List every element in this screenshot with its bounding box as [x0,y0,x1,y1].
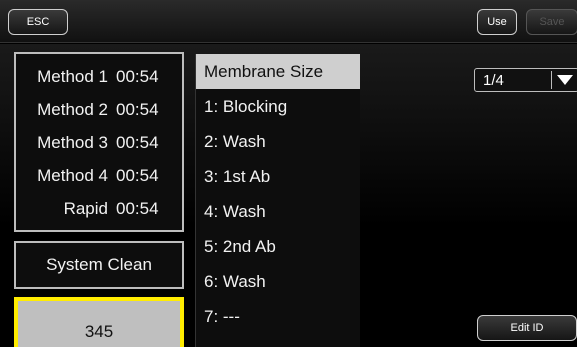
method-item[interactable]: Method 4 00:54 [16,160,182,192]
number-value: 345 [84,322,114,341]
method-time: 00:54 [116,132,159,152]
method-name: Method 1 [37,66,108,86]
method-item[interactable]: Method 3 00:54 [16,127,182,159]
chevron-down-icon[interactable] [552,75,577,85]
step-item[interactable]: 5: 2nd Ab [196,229,360,264]
step-item[interactable]: 2: Wash [196,124,360,159]
method-item[interactable]: Method 1 00:54 [16,61,182,93]
method-name: Method 4 [37,166,108,186]
step-list-header[interactable]: Membrane Size [196,54,360,89]
system-clean-button[interactable]: System Clean [14,241,184,289]
number-field[interactable]: 345 [14,297,184,347]
step-item[interactable]: 6: Wash [196,264,360,299]
method-name: Method 3 [37,132,108,152]
method-list: Method 1 00:54 Method 2 00:54 Method 3 0… [14,52,184,232]
method-name: Rapid [63,199,108,219]
step-item[interactable]: 4: Wash [196,194,360,229]
step-item[interactable]: 3: 1st Ab [196,159,360,194]
edit-id-button[interactable]: Edit ID [477,315,577,341]
save-button[interactable]: Save [526,9,577,35]
page-select-dropdown[interactable]: 1/4 [474,68,577,92]
step-item[interactable]: 7: --- [196,299,360,334]
method-name: Method 2 [37,99,108,119]
page-select-value: 1/4 [483,71,504,89]
method-item[interactable]: Rapid 00:54 [16,193,182,225]
method-item[interactable]: Method 2 00:54 [16,94,182,126]
method-time: 00:54 [116,166,159,186]
method-time: 00:54 [116,66,159,86]
method-time: 00:54 [116,99,159,119]
step-item[interactable]: 1: Blocking [196,89,360,124]
top-toolbar: ESC Use Save [0,0,577,43]
method-time: 00:54 [116,199,159,219]
esc-button[interactable]: ESC [8,9,68,35]
step-list: Membrane Size 1: Blocking 2: Wash 3: 1st… [195,54,360,347]
use-button[interactable]: Use [477,9,517,35]
